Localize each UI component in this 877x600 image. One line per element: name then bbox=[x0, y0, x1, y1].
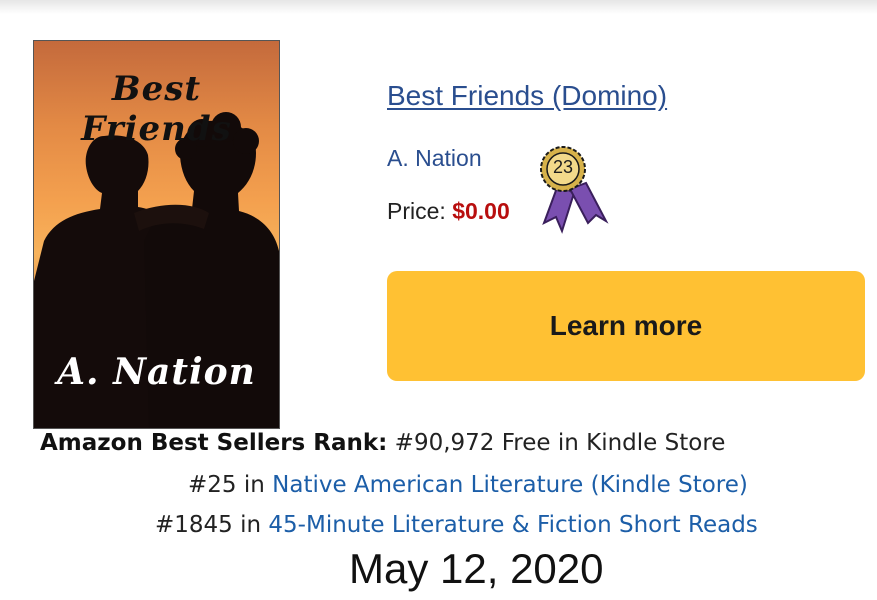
rank-entry-position: #1845 in bbox=[155, 512, 262, 538]
author-name[interactable]: A. Nation bbox=[387, 145, 482, 172]
rank-entry: #25 in Native American Literature (Kindl… bbox=[188, 472, 748, 498]
cover-author-text: A. Nation bbox=[57, 351, 256, 393]
book-title-link[interactable]: Best Friends (Domino) bbox=[387, 80, 667, 112]
rank-main-value: #90,972 Free in Kindle Store bbox=[394, 430, 726, 456]
rank-entry-position: #25 in bbox=[188, 472, 265, 498]
cover-title-text: Best Friends bbox=[81, 69, 232, 149]
date-caption: May 12, 2020 bbox=[349, 545, 604, 592]
price-value: $0.00 bbox=[452, 198, 510, 224]
rank-category-link[interactable]: 45-Minute Literature & Fiction Short Rea… bbox=[268, 512, 757, 538]
top-shadow bbox=[0, 0, 877, 14]
price-line: Price: $0.00 bbox=[387, 198, 510, 225]
award-badge-number: 23 bbox=[552, 157, 574, 177]
rank-label: Amazon Best Sellers Rank: bbox=[40, 430, 388, 456]
rank-category-link[interactable]: Native American Literature (Kindle Store… bbox=[272, 472, 748, 498]
learn-more-button[interactable]: Learn more bbox=[387, 271, 865, 381]
rank-entry: #1845 in 45-Minute Literature & Fiction … bbox=[155, 512, 758, 538]
price-label: Price: bbox=[387, 198, 446, 224]
best-sellers-rank-main: Amazon Best Sellers Rank: #90,972 Free i… bbox=[40, 430, 725, 456]
book-cover[interactable]: Best Friends A. Nation bbox=[33, 40, 280, 429]
